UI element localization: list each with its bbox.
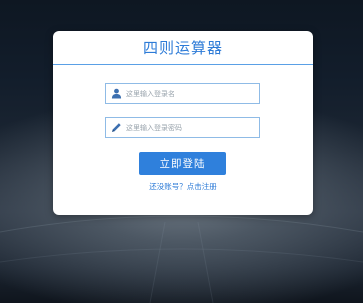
password-input[interactable]	[126, 118, 256, 137]
register-link[interactable]: 还没账号？点击注册	[53, 181, 313, 192]
page-title: 四则运算器	[142, 39, 223, 57]
login-button[interactable]: 立即登陆	[139, 152, 226, 175]
login-card: 四则运算器 立即登陆 还没账号？点击注册	[53, 31, 313, 215]
username-field[interactable]	[105, 83, 260, 104]
user-icon	[111, 88, 122, 99]
password-field[interactable]	[105, 117, 260, 138]
pencil-icon	[112, 123, 121, 132]
username-input[interactable]	[126, 84, 256, 103]
title-divider	[53, 64, 313, 65]
